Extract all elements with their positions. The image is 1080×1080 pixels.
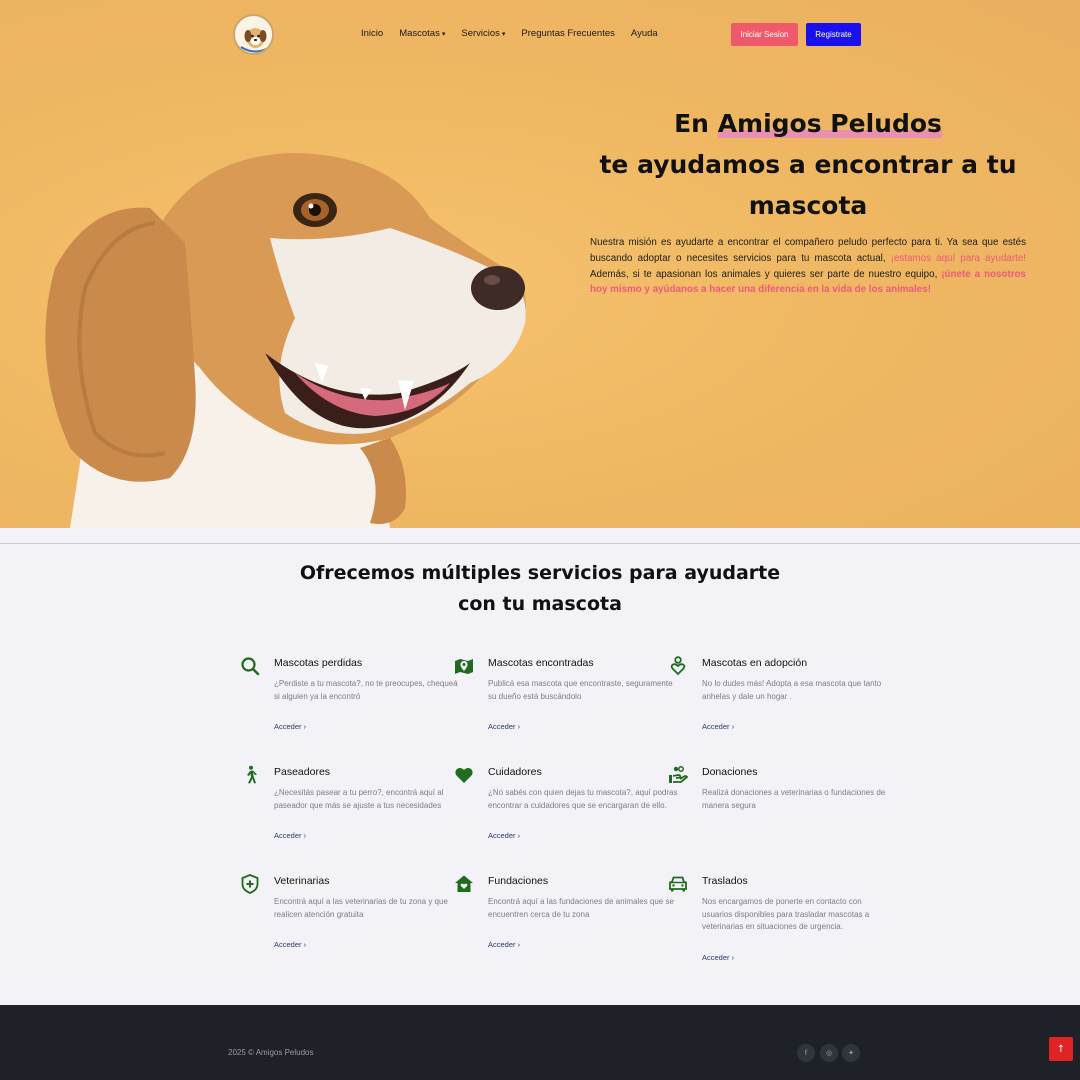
service-title: Fundaciones xyxy=(488,875,549,887)
nav-mascotas-label: Mascotas xyxy=(399,28,440,39)
hero-title-highlight: Amigos Peludos xyxy=(717,109,942,138)
service-access-link[interactable]: Acceder › xyxy=(702,722,734,731)
search-icon xyxy=(241,657,260,676)
nav-preguntas-frecuentes[interactable]: Preguntas Frecuentes xyxy=(521,28,614,39)
chevron-down-icon: ▾ xyxy=(441,31,446,38)
nav-inicio-label: Inicio xyxy=(361,28,384,39)
service-description: ¿No sabés con quien dejas tu mascota?, a… xyxy=(488,788,678,810)
service-access-link[interactable]: Acceder › xyxy=(702,953,734,962)
nav-servicios-dropdown[interactable]: Servicios ▾ xyxy=(461,28,505,39)
scroll-to-top-button[interactable]: ↑ xyxy=(1049,1037,1073,1061)
service-cuidadores: Cuidadores ¿No sabés con quien dejas tu … xyxy=(455,765,678,842)
car-icon xyxy=(669,876,687,892)
hero-text-part2: Además, si te apasionan los animales y q… xyxy=(590,268,942,280)
nav-servicios-label: Servicios xyxy=(461,28,500,39)
service-title: Mascotas en adopción xyxy=(702,657,808,669)
navbar: Inicio Mascotas ▾ Servicios ▾ Preguntas Fr… xyxy=(0,0,1080,70)
person-heart-icon xyxy=(670,656,686,676)
service-title: Mascotas encontradas xyxy=(488,657,594,669)
nav-mascotas-dropdown[interactable]: Mascotas ▾ xyxy=(399,28,445,39)
service-access-link[interactable]: Acceder › xyxy=(274,940,306,949)
services-title-line2: con tu mascota xyxy=(458,593,622,615)
dog-logo-icon xyxy=(237,18,272,53)
service-title: Traslados xyxy=(702,875,748,887)
service-traslados: Traslados Nos encargamos de ponerte en c… xyxy=(669,874,892,964)
chevron-down-icon: ▾ xyxy=(501,31,506,38)
twitter-icon[interactable]: ✦ xyxy=(842,1044,860,1062)
map-pin-icon xyxy=(455,659,473,674)
hero-section: Inicio Mascotas ▾ Servicios ▾ Preguntas Fr… xyxy=(0,0,1080,528)
service-access-link[interactable]: Acceder › xyxy=(488,831,520,840)
service-title: Mascotas perdidas xyxy=(274,657,363,669)
service-donaciones: Donaciones Realizá donaciones a veterina… xyxy=(669,765,892,823)
service-access-link[interactable]: Acceder › xyxy=(488,940,520,949)
service-description: Encontrá aquí a las veterinarias de tu z… xyxy=(274,897,448,919)
services-title: Ofrecemos múltiples servicios para ayuda… xyxy=(290,558,790,620)
service-description: No lo dudes más! Adopta a esa mascota qu… xyxy=(702,679,882,701)
donation-icon xyxy=(669,766,688,783)
service-mascotas-encontradas: Mascotas encontradas Publicá esa mascota… xyxy=(455,656,678,733)
hero-description: Nuestra misión es ayudarte a encontrar e… xyxy=(590,235,1026,298)
register-button[interactable]: Registrate xyxy=(806,23,861,46)
heart-icon xyxy=(455,767,473,783)
service-access-link[interactable]: Acceder › xyxy=(274,722,306,731)
service-title: Veterinarias xyxy=(274,875,330,887)
service-access-link[interactable]: Acceder › xyxy=(274,831,306,840)
service-description: ¿Necesitás pasear a tu perro?, encontrá … xyxy=(274,788,444,810)
service-description: Publicá esa mascota que encontraste, seg… xyxy=(488,679,673,701)
service-title: Donaciones xyxy=(702,766,758,778)
arrow-up-icon: ↑ xyxy=(1056,1043,1066,1055)
section-divider xyxy=(0,543,1080,544)
nav-inicio[interactable]: Inicio xyxy=(361,28,383,39)
hero-title-prefix: En xyxy=(674,109,718,138)
hero-title-line2: te ayudamos a encontrar a tu xyxy=(599,150,1017,179)
house-heart-icon xyxy=(455,875,473,892)
beagle-dog-image xyxy=(45,153,526,528)
facebook-icon[interactable]: f xyxy=(797,1044,815,1062)
nav-ayuda-label: Ayuda xyxy=(630,28,658,39)
service-mascotas-perdidas: Mascotas perdidas ¿Perdiste a tu mascota… xyxy=(241,656,464,733)
service-fundaciones: Fundaciones Encontrá aquí a las fundacio… xyxy=(455,874,678,951)
service-description: Realizá donaciones a veterinarias o fund… xyxy=(702,788,886,810)
service-title: Cuidadores xyxy=(488,766,542,778)
nav-preguntas-label: Preguntas Frecuentes xyxy=(521,28,615,39)
service-description: Encontrá aquí a las fundaciones de anima… xyxy=(488,897,674,919)
service-description: Nos encargamos de ponerte en contacto co… xyxy=(702,897,870,932)
service-title: Paseadores xyxy=(274,766,331,778)
shield-plus-icon xyxy=(241,874,259,894)
service-access-link[interactable]: Acceder › xyxy=(488,722,520,731)
walking-icon xyxy=(247,765,257,784)
hero-text-highlight1: ¡estamos aquí para ayudarte! xyxy=(890,252,1026,264)
hero-title-line3: mascota xyxy=(748,191,868,220)
nav-ayuda[interactable]: Ayuda xyxy=(631,28,658,39)
services-title-line1: Ofrecemos múltiples servicios para ayuda… xyxy=(299,562,781,584)
service-mascotas-adopcion: Mascotas en adopción No lo dudes más! Ad… xyxy=(670,656,892,733)
site-logo[interactable] xyxy=(233,14,274,55)
service-veterinarias: Veterinarias Encontrá aquí a las veterin… xyxy=(241,874,464,951)
footer: 2025 © Amigos Peludos f ◎ ✦ xyxy=(0,1005,1080,1080)
copyright-text: 2025 © Amigos Peludos xyxy=(228,1048,314,1057)
hero-title: En Amigos Peludos te ayudamos a encontra… xyxy=(590,103,1026,226)
nav-links: Inicio Mascotas ▾ Servicios ▾ Preguntas Fr… xyxy=(361,28,674,39)
instagram-icon[interactable]: ◎ xyxy=(820,1044,838,1062)
service-paseadores: Paseadores ¿Necesitás pasear a tu perro?… xyxy=(247,765,464,842)
service-description: ¿Perdiste a tu mascota?, no te preocupes… xyxy=(274,679,458,701)
login-button[interactable]: Iniciar Sesion xyxy=(731,23,798,46)
